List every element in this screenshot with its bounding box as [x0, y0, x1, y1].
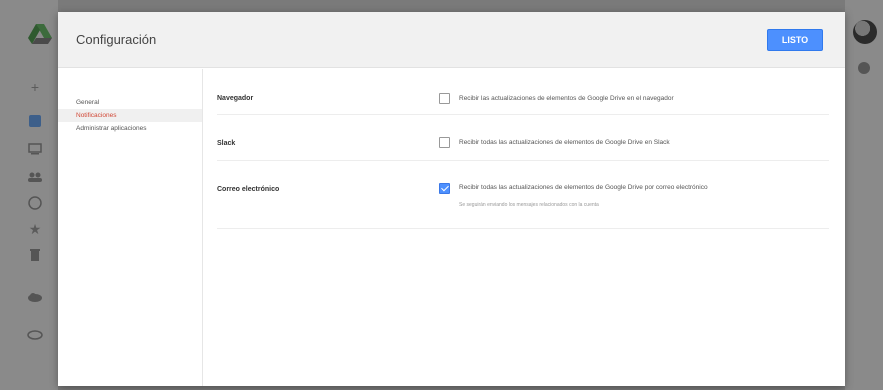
dialog-header: Configuración LISTO: [58, 12, 845, 68]
browser-notifications-text: Recibir las actualizaciones de elementos…: [459, 95, 674, 102]
dialog-title: Configuración: [76, 32, 157, 47]
new-plus-icon[interactable]: +: [26, 78, 44, 96]
email-notifications-text: Recibir todas las actualizaciones de ele…: [459, 184, 708, 191]
section-slack: Slack Recibir todas las actualizaciones …: [217, 115, 829, 161]
app-right-rail: [845, 0, 883, 390]
nav-item-general[interactable]: General: [58, 96, 202, 109]
email-notifications-checkbox[interactable]: [439, 183, 450, 194]
section-label-slack: Slack: [217, 140, 236, 147]
browser-notifications-checkbox[interactable]: [439, 93, 450, 104]
drive-logo: [28, 24, 52, 44]
nav-item-notifications[interactable]: Notificaciones: [58, 109, 202, 122]
nav-item-manage-apps[interactable]: Administrar aplicaciones: [58, 122, 202, 135]
section-label-email: Correo electrónico: [217, 186, 280, 193]
shared-icon[interactable]: [26, 168, 44, 186]
settings-content: Navegador Recibir las actualizaciones de…: [203, 69, 845, 386]
recent-icon[interactable]: [26, 194, 44, 212]
section-label-browser: Navegador: [217, 95, 254, 102]
backups-icon[interactable]: [26, 288, 44, 306]
my-drive-icon[interactable]: [26, 112, 44, 130]
settings-icon[interactable]: [858, 62, 870, 74]
section-browser: Navegador Recibir las actualizaciones de…: [217, 69, 829, 115]
computers-icon[interactable]: [26, 140, 44, 158]
done-button[interactable]: LISTO: [767, 29, 823, 51]
slack-notifications-checkbox[interactable]: [439, 137, 450, 148]
avatar[interactable]: [853, 20, 877, 44]
dialog-body: General Notificaciones Administrar aplic…: [58, 69, 845, 386]
settings-nav: General Notificaciones Administrar aplic…: [58, 69, 203, 386]
settings-dialog: Configuración LISTO General Notificacion…: [58, 12, 845, 386]
app-sidebar: + ★: [0, 0, 58, 390]
email-notifications-subtext: Se seguirán enviando los mensajes relaci…: [459, 202, 599, 208]
trash-icon[interactable]: [26, 246, 44, 264]
section-email: Correo electrónico Recibir todas las act…: [217, 161, 829, 229]
slack-notifications-text: Recibir todas las actualizaciones de ele…: [459, 139, 670, 146]
starred-icon[interactable]: ★: [26, 220, 44, 238]
storage-icon[interactable]: [26, 326, 44, 344]
